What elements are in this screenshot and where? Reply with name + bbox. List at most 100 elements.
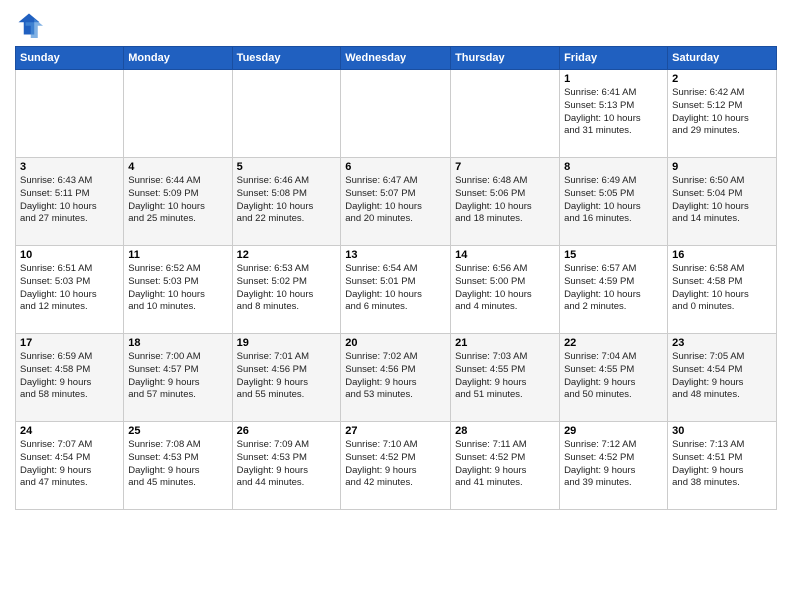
day-number: 25 [128, 425, 227, 437]
weekday-header-saturday: Saturday [668, 47, 777, 70]
day-info: Sunrise: 7:11 AM Sunset: 4:52 PM Dayligh… [455, 439, 555, 490]
calendar-cell: 19 Sunrise: 7:01 AM Sunset: 4:56 PM Dayli… [232, 334, 341, 422]
week-row-4: 24Sunrise: 7:07 AM Sunset: 4:54 PM Dayli… [16, 422, 777, 510]
calendar-cell: 24Sunrise: 7:07 AM Sunset: 4:54 PM Dayli… [16, 422, 124, 510]
day-info: Sunrise: 6:43 AM Sunset: 5:11 PM Dayligh… [20, 175, 119, 226]
day-number: 21 [455, 337, 555, 349]
day-number: 11 [128, 249, 227, 261]
calendar-cell: 30 Sunrise: 7:13 AM Sunset: 4:51 PM Dayli… [668, 422, 777, 510]
day-number: 16 [672, 249, 772, 261]
calendar-cell: 11 Sunrise: 6:52 AM Sunset: 5:03 PM Dayli… [124, 246, 232, 334]
calendar-cell: 2 Sunrise: 6:42 AM Sunset: 5:12 PM Daylig… [668, 70, 777, 158]
day-info: Sunrise: 7:01 AM Sunset: 4:56 PM Dayligh… [237, 351, 337, 402]
calendar-cell: 26 Sunrise: 7:09 AM Sunset: 4:53 PM Dayli… [232, 422, 341, 510]
day-info: Sunrise: 7:05 AM Sunset: 4:54 PM Dayligh… [672, 351, 772, 402]
day-info: Sunrise: 6:58 AM Sunset: 4:58 PM Dayligh… [672, 263, 772, 314]
day-info: Sunrise: 6:54 AM Sunset: 5:01 PM Dayligh… [345, 263, 446, 314]
calendar-cell: 16 Sunrise: 6:58 AM Sunset: 4:58 PM Dayli… [668, 246, 777, 334]
day-info: Sunrise: 6:51 AM Sunset: 5:03 PM Dayligh… [20, 263, 119, 314]
day-info: Sunrise: 6:49 AM Sunset: 5:05 PM Dayligh… [564, 175, 663, 226]
day-info: Sunrise: 6:46 AM Sunset: 5:08 PM Dayligh… [237, 175, 337, 226]
day-number: 14 [455, 249, 555, 261]
calendar-cell: 29 Sunrise: 7:12 AM Sunset: 4:52 PM Dayli… [560, 422, 668, 510]
calendar-cell: 3Sunrise: 6:43 AM Sunset: 5:11 PM Daylig… [16, 158, 124, 246]
calendar-cell: 21 Sunrise: 7:03 AM Sunset: 4:55 PM Dayli… [451, 334, 560, 422]
weekday-header-tuesday: Tuesday [232, 47, 341, 70]
day-number: 12 [237, 249, 337, 261]
weekday-header-monday: Monday [124, 47, 232, 70]
weekday-header-wednesday: Wednesday [341, 47, 451, 70]
calendar-cell: 10 Sunrise: 6:51 AM Sunset: 5:03 PM Dayli… [16, 246, 124, 334]
day-info: Sunrise: 7:08 AM Sunset: 4:53 PM Dayligh… [128, 439, 227, 490]
day-info: Sunrise: 6:56 AM Sunset: 5:00 PM Dayligh… [455, 263, 555, 314]
day-number: 30 [672, 425, 772, 437]
calendar-cell: 7Sunrise: 6:48 AM Sunset: 5:06 PM Daylig… [451, 158, 560, 246]
calendar-cell: 14 Sunrise: 6:56 AM Sunset: 5:00 PM Dayli… [451, 246, 560, 334]
day-info: Sunrise: 7:04 AM Sunset: 4:55 PM Dayligh… [564, 351, 663, 402]
day-info: Sunrise: 6:42 AM Sunset: 5:12 PM Dayligh… [672, 87, 772, 138]
day-number: 23 [672, 337, 772, 349]
calendar-cell [451, 70, 560, 158]
day-info: Sunrise: 6:52 AM Sunset: 5:03 PM Dayligh… [128, 263, 227, 314]
day-number: 13 [345, 249, 446, 261]
header [15, 10, 777, 38]
day-number: 29 [564, 425, 663, 437]
day-number: 18 [128, 337, 227, 349]
week-row-2: 10 Sunrise: 6:51 AM Sunset: 5:03 PM Dayli… [16, 246, 777, 334]
day-number: 20 [345, 337, 446, 349]
day-info: Sunrise: 7:10 AM Sunset: 4:52 PM Dayligh… [345, 439, 446, 490]
day-info: Sunrise: 7:02 AM Sunset: 4:56 PM Dayligh… [345, 351, 446, 402]
calendar-cell: 22 Sunrise: 7:04 AM Sunset: 4:55 PM Dayli… [560, 334, 668, 422]
day-number: 26 [237, 425, 337, 437]
week-row-3: 17 Sunrise: 6:59 AM Sunset: 4:58 PM Dayli… [16, 334, 777, 422]
calendar-cell: 12 Sunrise: 6:53 AM Sunset: 5:02 PM Dayli… [232, 246, 341, 334]
day-number: 15 [564, 249, 663, 261]
calendar-cell: 1Sunrise: 6:41 AM Sunset: 5:13 PM Daylig… [560, 70, 668, 158]
day-number: 10 [20, 249, 119, 261]
day-number: 6 [345, 161, 446, 173]
day-info: Sunrise: 6:59 AM Sunset: 4:58 PM Dayligh… [20, 351, 119, 402]
calendar-cell: 13 Sunrise: 6:54 AM Sunset: 5:01 PM Dayli… [341, 246, 451, 334]
day-number: 17 [20, 337, 119, 349]
calendar-cell [341, 70, 451, 158]
calendar-cell: 5 Sunrise: 6:46 AM Sunset: 5:08 PM Daylig… [232, 158, 341, 246]
day-info: Sunrise: 7:00 AM Sunset: 4:57 PM Dayligh… [128, 351, 227, 402]
day-number: 4 [128, 161, 227, 173]
calendar-cell: 25 Sunrise: 7:08 AM Sunset: 4:53 PM Dayli… [124, 422, 232, 510]
calendar-cell: 27Sunrise: 7:10 AM Sunset: 4:52 PM Dayli… [341, 422, 451, 510]
day-info: Sunrise: 6:44 AM Sunset: 5:09 PM Dayligh… [128, 175, 227, 226]
day-info: Sunrise: 6:57 AM Sunset: 4:59 PM Dayligh… [564, 263, 663, 314]
logo-icon [15, 10, 43, 38]
day-info: Sunrise: 7:13 AM Sunset: 4:51 PM Dayligh… [672, 439, 772, 490]
page: SundayMondayTuesdayWednesdayThursdayFrid… [0, 0, 792, 520]
weekday-header-row: SundayMondayTuesdayWednesdayThursdayFrid… [16, 47, 777, 70]
day-number: 7 [455, 161, 555, 173]
calendar-cell: 9Sunrise: 6:50 AM Sunset: 5:04 PM Daylig… [668, 158, 777, 246]
day-number: 19 [237, 337, 337, 349]
calendar-cell: 18 Sunrise: 7:00 AM Sunset: 4:57 PM Dayli… [124, 334, 232, 422]
calendar-cell: 8 Sunrise: 6:49 AM Sunset: 5:05 PM Daylig… [560, 158, 668, 246]
day-number: 22 [564, 337, 663, 349]
calendar-cell: 17 Sunrise: 6:59 AM Sunset: 4:58 PM Dayli… [16, 334, 124, 422]
calendar-cell [232, 70, 341, 158]
calendar-cell: 15 Sunrise: 6:57 AM Sunset: 4:59 PM Dayli… [560, 246, 668, 334]
day-info: Sunrise: 7:03 AM Sunset: 4:55 PM Dayligh… [455, 351, 555, 402]
day-number: 2 [672, 73, 772, 85]
day-number: 8 [564, 161, 663, 173]
day-info: Sunrise: 7:12 AM Sunset: 4:52 PM Dayligh… [564, 439, 663, 490]
day-info: Sunrise: 6:53 AM Sunset: 5:02 PM Dayligh… [237, 263, 337, 314]
logo [15, 10, 47, 38]
weekday-header-thursday: Thursday [451, 47, 560, 70]
weekday-header-friday: Friday [560, 47, 668, 70]
calendar-cell [124, 70, 232, 158]
calendar-cell [16, 70, 124, 158]
calendar-cell: 4 Sunrise: 6:44 AM Sunset: 5:09 PM Daylig… [124, 158, 232, 246]
day-number: 24 [20, 425, 119, 437]
week-row-0: 1Sunrise: 6:41 AM Sunset: 5:13 PM Daylig… [16, 70, 777, 158]
day-info: Sunrise: 6:50 AM Sunset: 5:04 PM Dayligh… [672, 175, 772, 226]
calendar-cell: 28Sunrise: 7:11 AM Sunset: 4:52 PM Dayli… [451, 422, 560, 510]
day-info: Sunrise: 6:47 AM Sunset: 5:07 PM Dayligh… [345, 175, 446, 226]
day-info: Sunrise: 7:09 AM Sunset: 4:53 PM Dayligh… [237, 439, 337, 490]
day-number: 5 [237, 161, 337, 173]
calendar-cell: 6 Sunrise: 6:47 AM Sunset: 5:07 PM Daylig… [341, 158, 451, 246]
